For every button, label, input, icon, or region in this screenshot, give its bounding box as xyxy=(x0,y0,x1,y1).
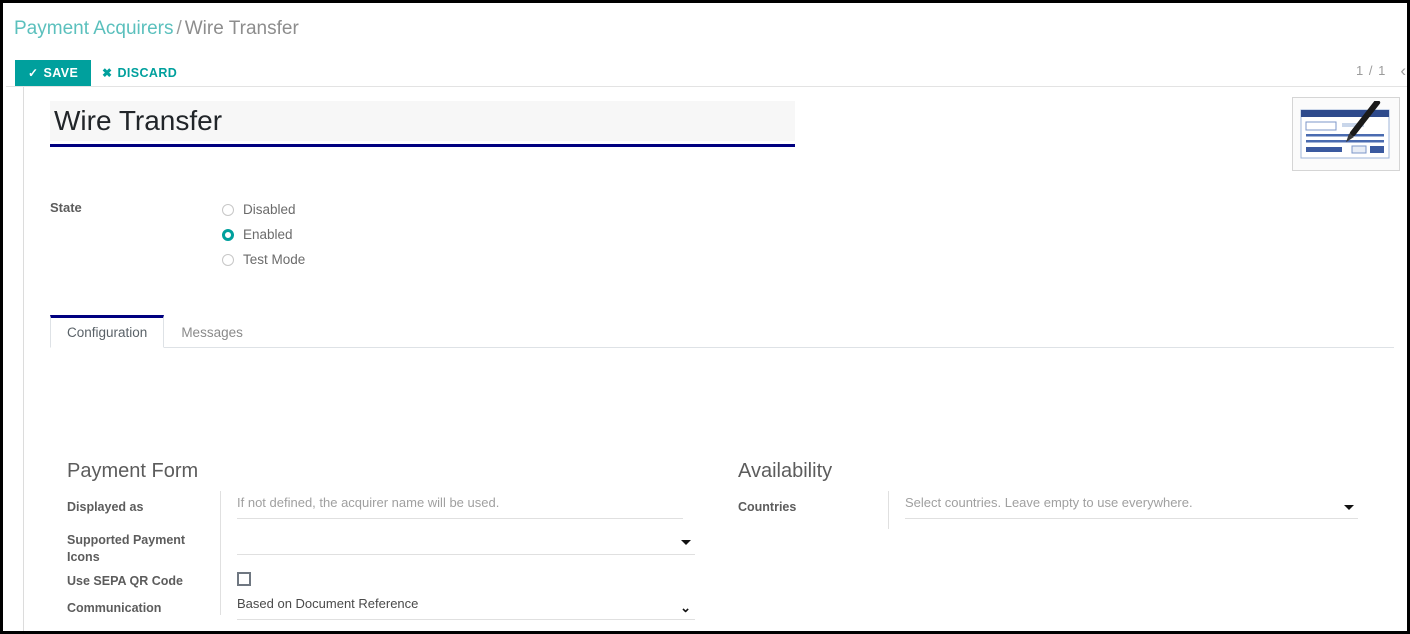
breadcrumb-parent-link[interactable]: Payment Acquirers xyxy=(14,18,173,39)
save-button-label: SAVE xyxy=(43,66,79,80)
radio-icon[interactable] xyxy=(222,203,234,216)
discard-button-label: DISCARD xyxy=(117,66,178,80)
control-panel: Payment Acquirers / Wire Transfer ✓ SAVE ✖… xyxy=(6,6,1407,86)
page-title[interactable]: Wire Transfer xyxy=(50,101,795,141)
radio-selected-icon[interactable] xyxy=(222,228,234,241)
title-underline xyxy=(50,144,795,147)
discard-button[interactable]: ✖ DISCARD xyxy=(94,60,185,86)
state-option-enabled[interactable]: Enabled xyxy=(222,222,305,247)
field-column-divider xyxy=(220,491,221,615)
form-sheet: Wire Transfer State Disabled Enabled Tes… xyxy=(23,87,1407,631)
state-option-label: Enabled xyxy=(243,227,293,242)
save-button[interactable]: ✓ SAVE xyxy=(15,60,92,86)
breadcrumb-separator: / xyxy=(176,18,182,39)
group-title-availability: Availability xyxy=(738,460,833,482)
countries-placeholder: Select countries. Leave empty to use eve… xyxy=(905,495,1193,510)
state-option-label: Disabled xyxy=(243,202,296,217)
state-option-label: Test Mode xyxy=(243,252,306,267)
viewport: Payment Acquirers / Wire Transfer ✓ SAVE ✖… xyxy=(6,6,1407,631)
label-displayed-as: Displayed as xyxy=(67,500,144,514)
label-communication: Communication xyxy=(67,601,162,615)
label-use-sepa-qr-code: Use SEPA QR Code xyxy=(67,574,183,588)
communication-value: Based on Document Reference xyxy=(237,596,419,611)
supported-payment-icons-select[interactable] xyxy=(237,529,695,555)
acquirer-image[interactable] xyxy=(1292,97,1400,171)
triangle-down-icon[interactable] xyxy=(1344,504,1354,510)
displayed-as-input[interactable]: If not defined, the acquirer name will b… xyxy=(237,495,683,519)
radio-icon[interactable] xyxy=(222,253,234,266)
countries-select[interactable]: Select countries. Leave empty to use eve… xyxy=(905,495,1358,519)
bank-check-with-pen-icon xyxy=(1300,101,1390,159)
notebook-tabs: Configuration Messages xyxy=(50,315,1394,348)
displayed-as-placeholder: If not defined, the acquirer name will b… xyxy=(237,495,500,510)
chevron-down-icon[interactable]: ⌄ xyxy=(680,601,691,614)
close-x-icon: ✖ xyxy=(102,66,113,80)
state-option-test-mode[interactable]: Test Mode xyxy=(222,247,305,272)
chevron-left-icon[interactable]: ‹ xyxy=(1400,62,1406,79)
breadcrumb-current: Wire Transfer xyxy=(184,18,299,39)
record-title-block: Wire Transfer xyxy=(50,101,795,147)
label-countries: Countries xyxy=(738,500,797,514)
tab-configuration[interactable]: Configuration xyxy=(50,315,165,348)
communication-select[interactable]: Based on Document Reference ⌄ xyxy=(237,596,695,620)
group-title-payment-form: Payment Form xyxy=(67,460,199,482)
state-radio-group[interactable]: Disabled Enabled Test Mode xyxy=(222,197,305,272)
state-option-disabled[interactable]: Disabled xyxy=(222,197,305,222)
tab-messages[interactable]: Messages xyxy=(164,315,260,348)
field-column-divider xyxy=(888,491,889,529)
label-supported-payment-icons: Supported Payment Icons xyxy=(67,533,186,564)
use-sepa-qr-code-checkbox[interactable] xyxy=(237,572,251,586)
check-icon: ✓ xyxy=(28,66,39,80)
triangle-down-icon[interactable] xyxy=(681,539,691,545)
app-window: Payment Acquirers / Wire Transfer ✓ SAVE ✖… xyxy=(0,0,1410,634)
breadcrumb: Payment Acquirers / Wire Transfer xyxy=(14,17,299,41)
state-label: State xyxy=(50,200,82,215)
pager-count: 1 / 1 xyxy=(1356,63,1387,78)
record-pager: 1 / 1 ‹ xyxy=(1356,62,1406,79)
